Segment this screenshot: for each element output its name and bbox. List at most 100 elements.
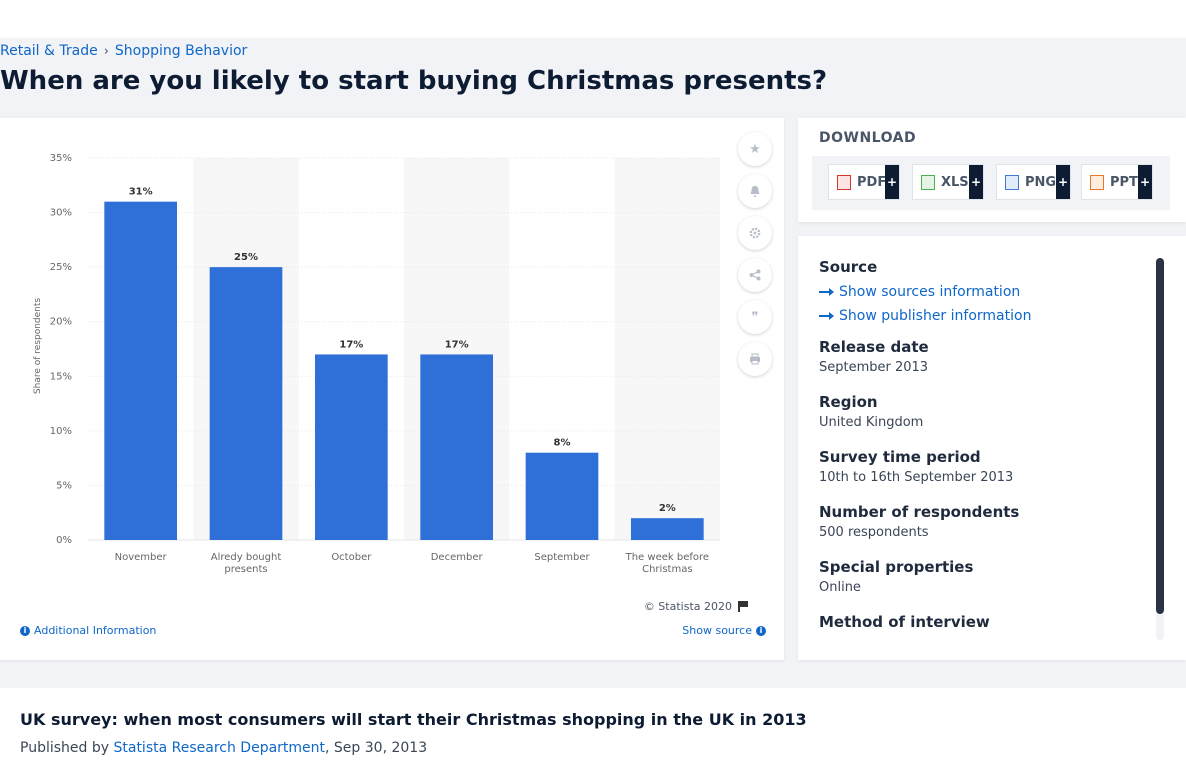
y-tick-label: 5% (56, 480, 72, 491)
publication-card: UK survey: when most consumers will star… (0, 688, 1186, 768)
info-scrollbar[interactable] (1156, 258, 1164, 640)
download-pdf-label: PDF (857, 174, 887, 190)
respondents-field: Number of respondents 500 respondents (819, 503, 1149, 558)
download-pdf-button[interactable]: PDF + (828, 164, 900, 200)
download-png-button[interactable]: PNG + (996, 164, 1071, 200)
share-icon[interactable] (738, 258, 772, 292)
y-tick-label: 10% (50, 426, 72, 437)
x-tick-label: presents (224, 564, 267, 575)
x-tick-label: December (431, 552, 484, 563)
x-tick-label: The week before (625, 552, 709, 563)
bell-icon[interactable] (738, 174, 772, 208)
data-label: 2% (659, 503, 676, 514)
published-by-prefix: Published by (20, 740, 110, 756)
survey-period-field: Survey time period 10th to 16th Septembe… (819, 448, 1149, 503)
special-properties-label: Special properties (819, 558, 974, 576)
y-tick-label: 20% (50, 317, 72, 328)
region-value: United Kingdom (819, 415, 924, 430)
bar (104, 201, 178, 540)
quote-icon[interactable]: ❞ (738, 300, 772, 334)
plus-icon: + (885, 165, 899, 199)
interview-method-field: Method of interview (819, 613, 1149, 660)
download-card: DOWNLOAD PDF + XLS + PNG + PPT + (798, 118, 1186, 222)
x-tick-label: October (331, 552, 372, 563)
publication-title: UK survey: when most consumers will star… (20, 710, 807, 729)
data-label: 8% (554, 438, 571, 449)
bar (209, 267, 283, 540)
download-ppt-button[interactable]: PPT + (1081, 164, 1153, 200)
y-tick-label: 0% (56, 535, 72, 546)
bar (314, 354, 388, 540)
x-tick-label: November (115, 552, 168, 563)
show-publisher-link[interactable]: Show publisher information (819, 304, 1149, 328)
arrow-right-icon (819, 312, 834, 320)
info-scroll-area: Source Show sources information Show pub… (819, 258, 1149, 660)
info-icon: i (756, 625, 766, 636)
respondents-label: Number of respondents (819, 503, 1020, 521)
flag-icon[interactable] (738, 601, 748, 612)
release-date-value: September 2013 (819, 360, 929, 375)
data-label: 17% (339, 339, 363, 350)
show-sources-link[interactable]: Show sources information (819, 280, 1149, 304)
survey-period-label: Survey time period (819, 448, 981, 466)
png-file-icon (1005, 174, 1019, 190)
y-axis-label: Share of respondents (33, 298, 43, 395)
breadcrumb-separator: › (103, 43, 109, 59)
special-properties-field: Special properties Online (819, 558, 1149, 613)
bar (630, 518, 704, 540)
plus-icon: + (1138, 165, 1152, 199)
download-png-label: PNG (1025, 174, 1057, 190)
special-properties-value: Online (819, 580, 861, 595)
show-sources-label: Show sources information (839, 284, 1021, 300)
show-publisher-label: Show publisher information (839, 308, 1032, 324)
breadcrumb: Retail & Trade › Shopping Behavior (0, 43, 247, 59)
interview-method-label: Method of interview (819, 613, 990, 631)
info-scrollbar-thumb[interactable] (1156, 258, 1164, 614)
data-label: 17% (445, 339, 469, 350)
download-buttons: PDF + XLS + PNG + PPT + (812, 156, 1170, 210)
arrow-right-icon (819, 288, 834, 296)
print-icon[interactable] (738, 342, 772, 376)
data-label: 31% (129, 187, 153, 198)
ppt-file-icon (1090, 174, 1104, 190)
bar-chart: 0% 5% 10% 15% 20% 25% 30% 35% Share of responden… (33, 153, 720, 575)
y-tick-label: 35% (50, 153, 72, 164)
bar (420, 354, 494, 540)
region-field: Region United Kingdom (819, 393, 1149, 448)
statistic-info-panel: Source Show sources information Show pub… (798, 236, 1186, 660)
chart-card: 0% 5% 10% 15% 20% 25% 30% 35% Share of responden… (0, 118, 784, 660)
download-ppt-label: PPT (1110, 174, 1138, 190)
y-tick-label: 25% (50, 262, 72, 273)
release-date-field: Release date September 2013 (819, 338, 1149, 393)
publication-date: , Sep 30, 2013 (325, 740, 428, 756)
breadcrumb-retail-trade[interactable]: Retail & Trade (0, 43, 98, 59)
show-source-link[interactable]: Show source i (682, 624, 766, 637)
xls-file-icon (921, 174, 935, 190)
show-source-label: Show source (682, 624, 752, 637)
download-title: DOWNLOAD (819, 130, 917, 146)
copyright: © Statista 2020 (644, 600, 748, 613)
survey-period-value: 10th to 16th September 2013 (819, 470, 1014, 485)
download-xls-button[interactable]: XLS + (912, 164, 984, 200)
plus-icon: + (969, 165, 983, 199)
x-tick-label: September (534, 552, 590, 563)
bar (525, 452, 599, 540)
download-xls-label: XLS (941, 174, 969, 190)
region-label: Region (819, 393, 878, 411)
release-date-label: Release date (819, 338, 929, 356)
page-title: When are you likely to start buying Chri… (0, 66, 828, 96)
breadcrumb-shopping-behavior[interactable]: Shopping Behavior (115, 43, 247, 59)
source-label: Source (819, 258, 878, 276)
additional-information-link[interactable]: i Additional Information (20, 624, 156, 637)
publication-meta: Published by Statista Research Departmen… (20, 740, 427, 756)
chart-band (614, 158, 720, 540)
additional-information-label: Additional Information (34, 624, 157, 637)
respondents-value: 500 respondents (819, 525, 929, 540)
x-tick-label: Christmas (642, 564, 692, 575)
gear-icon[interactable] (738, 216, 772, 250)
publisher-link[interactable]: Statista Research Department (113, 740, 325, 756)
y-tick-label: 30% (50, 208, 72, 219)
copyright-text: © Statista 2020 (643, 600, 732, 613)
star-icon[interactable]: ★ (738, 132, 772, 166)
plus-icon: + (1056, 165, 1070, 199)
